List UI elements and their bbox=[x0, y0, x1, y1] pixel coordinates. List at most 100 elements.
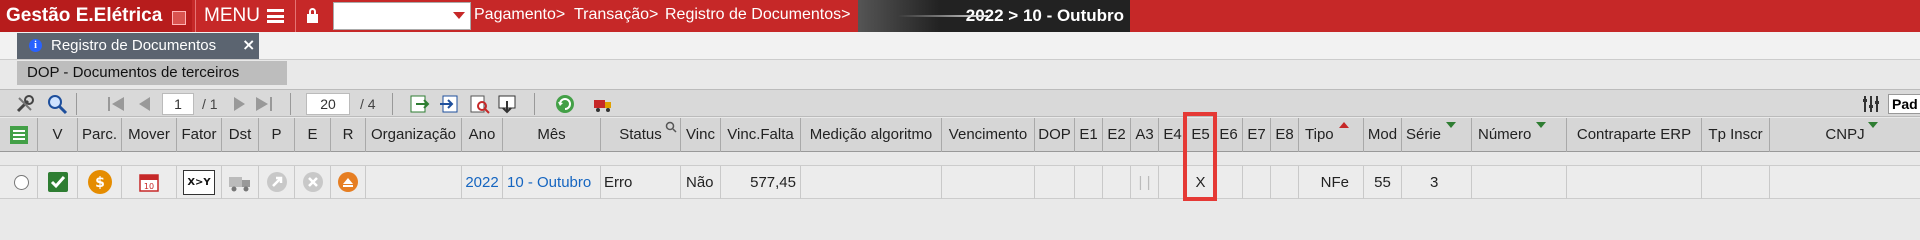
lock-button[interactable] bbox=[295, 0, 331, 32]
column-dop[interactable]: DOP bbox=[1035, 118, 1075, 152]
download-icon[interactable] bbox=[496, 93, 518, 115]
column-medicao-algoritmo[interactable]: Medição algoritmo bbox=[801, 118, 942, 152]
sort-desc-icon[interactable] bbox=[1339, 122, 1349, 128]
next-page-icon[interactable] bbox=[228, 93, 250, 115]
cell-serie: 3 bbox=[1402, 166, 1472, 199]
cell-p bbox=[259, 166, 295, 199]
column-v[interactable]: V bbox=[38, 118, 78, 152]
column-a3[interactable]: A3 bbox=[1131, 118, 1159, 152]
period-selector[interactable]: 2022 > 10 - Outubro bbox=[858, 0, 1130, 32]
column-tp-inscr[interactable]: Tp Inscr bbox=[1702, 118, 1770, 152]
hamburger-icon bbox=[267, 9, 284, 23]
import-icon[interactable] bbox=[438, 93, 460, 115]
column-parc[interactable]: Parc. bbox=[78, 118, 122, 152]
export-icon[interactable] bbox=[408, 93, 430, 115]
search-icon[interactable] bbox=[46, 93, 68, 115]
breadcrumb-item-registro[interactable]: Registro de Documentos> bbox=[665, 6, 850, 24]
svg-text:10: 10 bbox=[144, 182, 154, 191]
column-vinc[interactable]: Vinc bbox=[681, 118, 721, 152]
column-numero-label: Número bbox=[1478, 126, 1532, 143]
column-e8[interactable]: E8 bbox=[1271, 118, 1299, 152]
column-organizacao[interactable]: Organização bbox=[366, 118, 462, 152]
first-page-icon[interactable] bbox=[106, 93, 128, 115]
calendar-icon[interactable]: 10 bbox=[138, 171, 160, 193]
menu-button[interactable]: MENU bbox=[195, 0, 290, 32]
column-e2[interactable]: E2 bbox=[1103, 118, 1131, 152]
subtab-bar: DOP - Documentos de terceiros bbox=[0, 61, 1920, 85]
column-mover[interactable]: Mover bbox=[122, 118, 177, 152]
documents-grid: V Parc. Mover Fator Dst P E R Organizaçã… bbox=[0, 118, 1920, 201]
column-e1[interactable]: E1 bbox=[1075, 118, 1103, 152]
column-mes[interactable]: Mês bbox=[503, 118, 601, 152]
column-ano[interactable]: Ano bbox=[462, 118, 503, 152]
document-search-icon[interactable] bbox=[468, 93, 490, 115]
filter-search-icon[interactable] bbox=[665, 121, 677, 133]
fator-conversion-icon[interactable]: X>Y bbox=[183, 170, 215, 195]
arrow-circle-icon[interactable] bbox=[266, 171, 288, 193]
view-select[interactable]: Pad bbox=[1888, 94, 1920, 114]
sort-asc-icon[interactable] bbox=[1868, 122, 1878, 128]
column-status[interactable]: Status bbox=[601, 118, 681, 152]
column-select-all[interactable] bbox=[0, 118, 38, 152]
column-serie[interactable]: Série bbox=[1402, 118, 1472, 152]
cancel-circle-icon[interactable] bbox=[302, 171, 324, 193]
tab-registro-documentos[interactable]: i Registro de Documentos × bbox=[17, 33, 259, 59]
breadcrumb-item-transacao[interactable]: Transação> bbox=[574, 6, 658, 24]
svg-text:$: $ bbox=[95, 175, 105, 191]
column-fator[interactable]: Fator bbox=[177, 118, 222, 152]
subtab-dop[interactable]: DOP - Documentos de terceiros bbox=[17, 61, 287, 85]
cell-tp-inscr bbox=[1702, 166, 1770, 199]
column-numero[interactable]: Número bbox=[1472, 118, 1567, 152]
truck-icon[interactable] bbox=[592, 93, 614, 115]
column-e7[interactable]: E7 bbox=[1243, 118, 1271, 152]
sort-asc-icon[interactable] bbox=[1536, 122, 1546, 128]
column-vinc-falta[interactable]: Vinc.Falta bbox=[721, 118, 801, 152]
cell-organizacao bbox=[366, 166, 462, 199]
column-p[interactable]: P bbox=[259, 118, 295, 152]
sort-asc-icon[interactable] bbox=[1446, 122, 1456, 128]
cell-tipo: NFe bbox=[1299, 166, 1364, 199]
column-dst[interactable]: Dst bbox=[222, 118, 259, 152]
chevron-down-icon[interactable] bbox=[453, 12, 465, 19]
cell-dop bbox=[1035, 166, 1075, 199]
app-brand[interactable]: Gestão E.Elétrica bbox=[0, 0, 192, 32]
column-e[interactable]: E bbox=[295, 118, 331, 152]
company-select[interactable] bbox=[333, 2, 471, 30]
column-mod[interactable]: Mod bbox=[1364, 118, 1402, 152]
cell-e2 bbox=[1103, 166, 1131, 199]
row-radio[interactable] bbox=[14, 175, 29, 190]
table-row[interactable]: $ 10 X>Y 2022 10 - Outubro Erro Não 577,… bbox=[0, 165, 1920, 199]
money-icon[interactable]: $ bbox=[87, 169, 113, 195]
checkbox-checked-icon[interactable] bbox=[47, 171, 69, 193]
grid-menu-icon[interactable] bbox=[9, 125, 29, 145]
prev-page-icon[interactable] bbox=[134, 93, 156, 115]
cell-contraparte-erp bbox=[1567, 166, 1702, 199]
cell-e bbox=[295, 166, 331, 199]
cell-cnpj bbox=[1770, 166, 1920, 199]
truck-icon[interactable] bbox=[228, 173, 252, 193]
cell-ano[interactable]: 2022 bbox=[462, 166, 503, 199]
cell-dst bbox=[222, 166, 259, 199]
brand-menu-icon[interactable] bbox=[172, 11, 186, 25]
cell-fator: X>Y bbox=[177, 166, 222, 199]
column-e6[interactable]: E6 bbox=[1215, 118, 1243, 152]
cell-vencimento bbox=[942, 166, 1035, 199]
cell-mes[interactable]: 10 - Outubro bbox=[503, 166, 601, 199]
last-page-icon[interactable] bbox=[252, 93, 274, 115]
column-tipo[interactable]: Tipo bbox=[1299, 118, 1364, 152]
eject-circle-icon[interactable] bbox=[337, 171, 359, 193]
page-input[interactable]: 1 bbox=[162, 93, 194, 115]
refresh-icon[interactable] bbox=[554, 93, 576, 115]
close-icon[interactable]: × bbox=[242, 35, 255, 54]
page-total: / 1 bbox=[202, 96, 218, 112]
tools-icon[interactable] bbox=[14, 93, 36, 115]
column-vencimento[interactable]: Vencimento bbox=[942, 118, 1035, 152]
cell-e6 bbox=[1215, 166, 1243, 199]
columns-settings-icon[interactable] bbox=[1860, 93, 1882, 115]
column-cnpj[interactable]: CNPJ bbox=[1770, 118, 1920, 152]
column-contraparte-erp[interactable]: Contraparte ERP bbox=[1567, 118, 1702, 152]
page-size-input[interactable]: 20 bbox=[306, 93, 350, 115]
column-r[interactable]: R bbox=[331, 118, 366, 152]
cell-status: Erro bbox=[601, 166, 681, 199]
breadcrumb-item-pagamento[interactable]: Pagamento> bbox=[474, 6, 565, 24]
